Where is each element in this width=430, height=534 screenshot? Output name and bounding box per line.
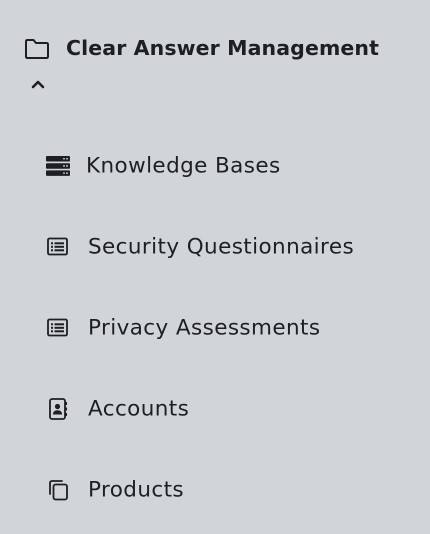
contact-book-icon: [46, 396, 72, 422]
sidebar-item-label: Privacy Assessments: [88, 315, 321, 341]
list-icon: [46, 315, 72, 341]
copy-icon: [46, 477, 72, 503]
folder-icon: [25, 39, 49, 59]
sidebar-item-label: Security Questionnaires: [88, 234, 355, 260]
sidebar-item-accounts[interactable]: Accounts: [0, 379, 430, 439]
sidebar-item-products[interactable]: Products: [0, 460, 430, 520]
sidebar-item-knowledge-bases[interactable]: Knowledge Bases: [0, 136, 430, 196]
database-icon: [46, 153, 72, 179]
chevron-up-icon[interactable]: [30, 78, 46, 90]
list-icon: [46, 234, 72, 260]
section-header-clear-answer-management[interactable]: Clear Answer Management: [24, 34, 414, 98]
section-title: Clear Answer Management: [66, 36, 380, 60]
sidebar-item-label: Accounts: [88, 396, 190, 422]
sidebar-item-label: Products: [88, 477, 185, 503]
sidebar-item-security-questionnaires[interactable]: Security Questionnaires: [0, 217, 430, 277]
sidebar-item-label: Knowledge Bases: [86, 153, 281, 179]
sidebar-item-privacy-assessments[interactable]: Privacy Assessments: [0, 298, 430, 358]
